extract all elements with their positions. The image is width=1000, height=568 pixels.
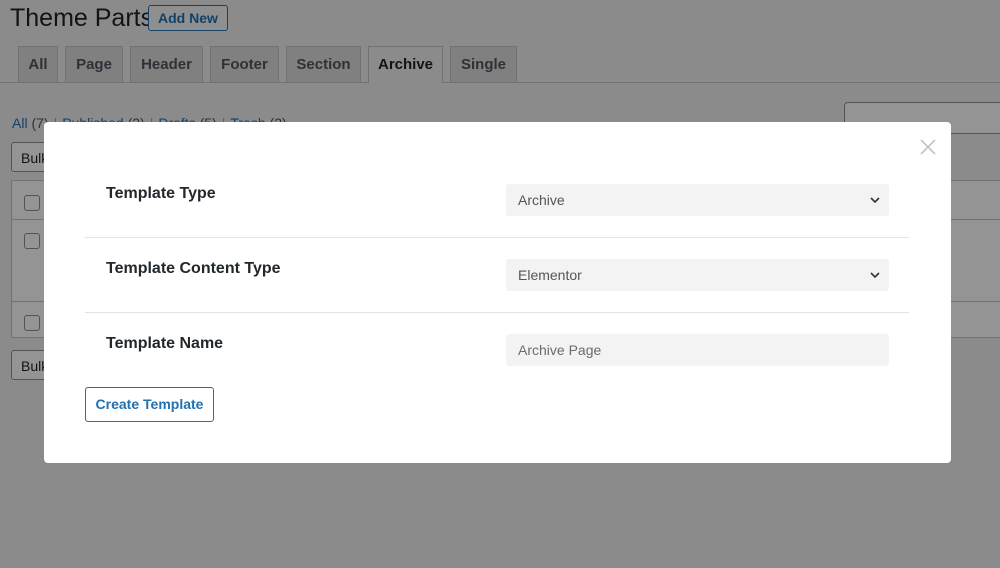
- template-content-type-row: Template Content Type Elementor: [85, 237, 909, 313]
- template-type-label: Template Type: [106, 185, 216, 202]
- template-content-type-select[interactable]: Elementor: [506, 259, 889, 291]
- template-type-row: Template Type Archive: [85, 162, 909, 238]
- chevron-down-icon: [870, 272, 880, 279]
- template-name-input[interactable]: Archive Page: [506, 334, 889, 366]
- template-content-type-value: Elementor: [518, 267, 582, 283]
- template-name-row: Template Name Archive Page: [85, 312, 909, 387]
- close-icon[interactable]: [918, 137, 938, 157]
- create-template-button[interactable]: Create Template: [85, 387, 214, 422]
- chevron-down-icon: [870, 197, 880, 204]
- create-template-modal: Template Type Archive Template Content T…: [44, 122, 951, 463]
- template-content-type-label: Template Content Type: [106, 260, 281, 277]
- template-name-label: Template Name: [106, 335, 224, 352]
- template-type-value: Archive: [518, 192, 565, 208]
- template-type-select[interactable]: Archive: [506, 184, 889, 216]
